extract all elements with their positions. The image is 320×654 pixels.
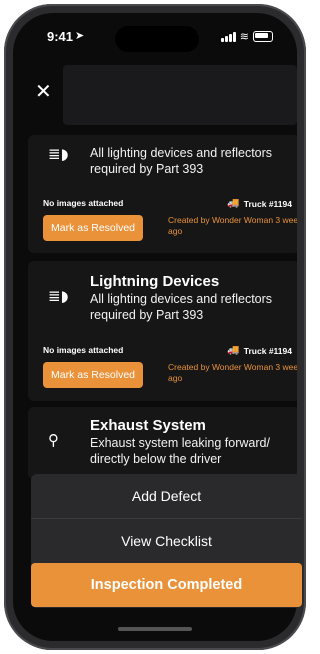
defect-card: ≣◗ Lightning Devices All lighting device… <box>28 261 297 401</box>
images-status: No images attached <box>43 345 124 355</box>
dynamic-island <box>115 26 199 52</box>
defect-title: Lightning Devices <box>90 273 220 290</box>
created-info: Created by Wonder Woman 3 weeks ago <box>168 362 297 383</box>
defect-title: Exhaust System <box>90 417 206 434</box>
home-indicator <box>118 627 192 631</box>
truck-label: 🚚 Truck #1194 <box>227 198 292 209</box>
images-status: No images attached <box>43 198 124 208</box>
defect-description: All lighting devices and reflectors requ… <box>90 292 273 322</box>
signal-icon <box>220 31 236 42</box>
truck-icon: 🚚 <box>227 345 240 356</box>
view-checklist-button[interactable]: View Checklist <box>31 519 302 563</box>
defect-description: Exhaust system leaking forward/ directly… <box>90 436 270 466</box>
defect-meta: No images attached 🚚 Truck #1194 Mark as… <box>43 198 297 248</box>
location-arrow-icon: ➤ <box>75 29 85 42</box>
defect-card: ⚲ Exhaust System Exhaust system leaking … <box>28 407 297 479</box>
status-time: 9:41 <box>47 29 74 44</box>
exhaust-icon: ⚲ <box>48 431 59 449</box>
mark-resolved-button[interactable]: Mark as Resolved <box>43 362 143 388</box>
header: ✕ <box>13 63 297 133</box>
battery-icon <box>253 31 273 42</box>
header-title-area <box>63 65 297 125</box>
mark-resolved-button[interactable]: Mark as Resolved <box>43 215 143 241</box>
wifi-icon: ≋ <box>239 30 249 43</box>
status-icons: ≋ <box>220 30 273 43</box>
defect-card: ≣◗ All lighting devices and reflectors r… <box>28 135 297 253</box>
defect-description: All lighting devices and reflectors requ… <box>90 146 273 176</box>
status-bar: 9:41 ➤ ≋ <box>13 13 297 63</box>
headlight-icon: ≣◗ <box>48 145 69 163</box>
created-info: Created by Wonder Woman 3 weeks ago <box>168 215 297 236</box>
truck-label: 🚚 Truck #1194 <box>227 345 292 356</box>
defect-meta: No images attached 🚚 Truck #1194 Mark as… <box>43 345 297 395</box>
headlight-icon: ≣◗ <box>48 287 69 305</box>
close-icon[interactable]: ✕ <box>35 79 52 103</box>
inspection-completed-button[interactable]: Inspection Completed <box>31 563 302 607</box>
add-defect-button[interactable]: Add Defect <box>31 474 302 518</box>
truck-icon: 🚚 <box>227 198 240 209</box>
